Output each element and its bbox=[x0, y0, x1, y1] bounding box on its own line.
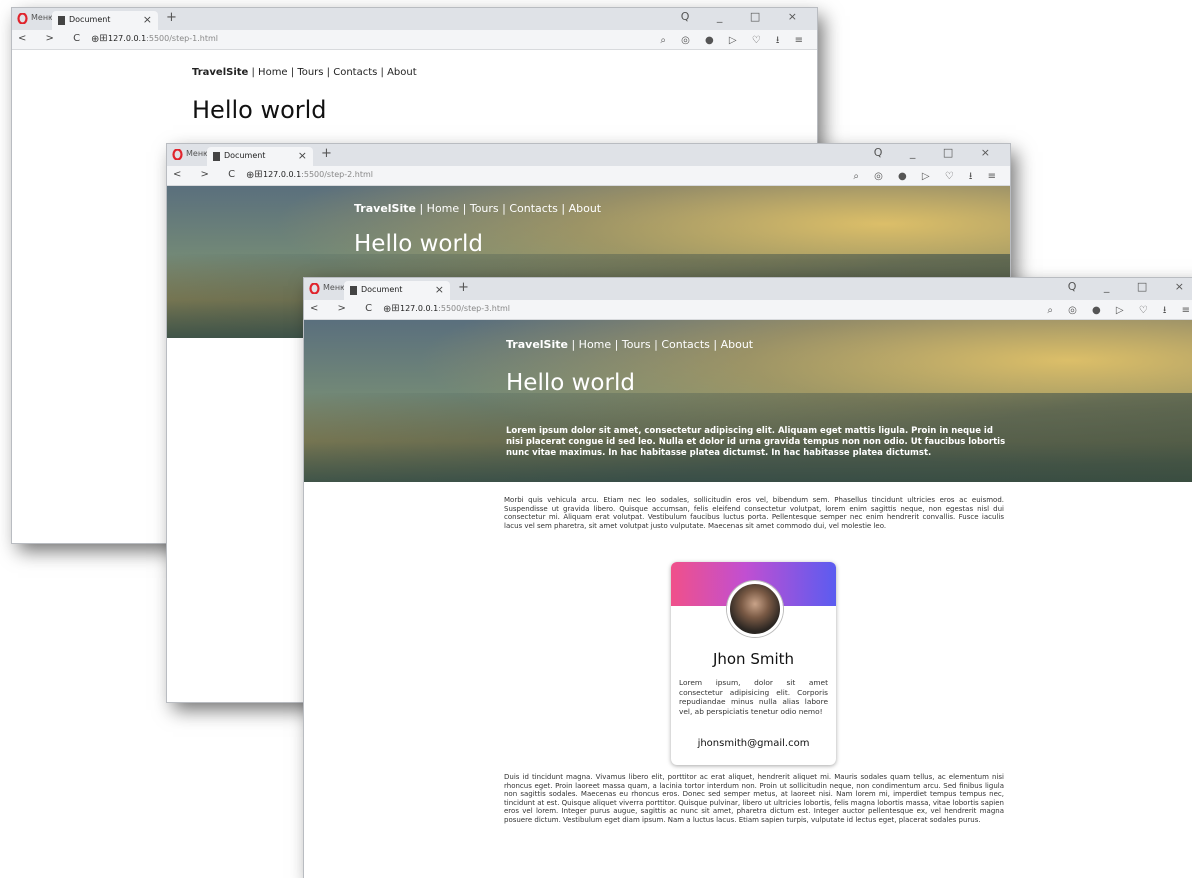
tab-bar: Меню Document × + Q _ □ × bbox=[167, 144, 1010, 166]
toolbar-icons[interactable]: ⌕ ◎ ● ▷ ♡ ⭳ ≡ bbox=[1047, 303, 1192, 320]
nav-links[interactable]: | Home | Tours | Contacts | About bbox=[248, 67, 417, 78]
nav-links[interactable]: | Home | Tours | Contacts | About bbox=[568, 338, 753, 351]
tab-bar: Меню Document × + Q _ □ × bbox=[304, 278, 1192, 300]
address-bar: < > C ⊞ ⊕ 127.0.0.1:5500/step-1.html ⌕ ◎… bbox=[12, 30, 817, 50]
document-icon bbox=[58, 16, 65, 25]
window-controls[interactable]: Q _ □ × bbox=[681, 10, 809, 23]
tab-document[interactable]: Document × bbox=[344, 281, 450, 300]
brand-link[interactable]: TravelSite bbox=[354, 202, 416, 215]
nav-buttons[interactable]: < > C ⊞ bbox=[18, 33, 116, 44]
globe-icon: ⊕ bbox=[383, 304, 392, 315]
toolbar-icons[interactable]: ⌕ ◎ ● ▷ ♡ ⭳ ≡ bbox=[660, 33, 809, 50]
close-tab-icon[interactable]: × bbox=[298, 149, 307, 162]
nav-buttons[interactable]: < > C ⊞ bbox=[173, 169, 271, 180]
page-heading: Hello world bbox=[506, 370, 635, 396]
tab-title: Document bbox=[69, 15, 111, 24]
browser-window-step-3: Меню Document × + Q _ □ × < > C ⊞ ⊕ 127.… bbox=[304, 278, 1192, 878]
globe-icon: ⊕ bbox=[246, 170, 255, 181]
address-bar: < > C ⊞ ⊕ 127.0.0.1:5500/step-2.html ⌕ ◎… bbox=[167, 166, 1010, 186]
brand-link[interactable]: TravelSite bbox=[192, 67, 248, 78]
opera-logo-icon[interactable] bbox=[172, 149, 183, 160]
opera-logo-icon[interactable] bbox=[309, 283, 320, 294]
paragraph-1: Morbi quis vehicula arcu. Etiam nec leo … bbox=[504, 496, 1004, 530]
card-bio: Lorem ipsum, dolor sit amet consectetur … bbox=[679, 678, 828, 716]
new-tab-button[interactable]: + bbox=[458, 280, 469, 295]
hero-banner: TravelSite | Home | Tours | Contacts | A… bbox=[304, 320, 1192, 482]
card-email[interactable]: jhonsmith@gmail.com bbox=[671, 738, 836, 749]
tab-bar: Меню Document × + Q _ □ × bbox=[12, 8, 817, 30]
site-nav: TravelSite | Home | Tours | Contacts | A… bbox=[192, 67, 417, 78]
opera-logo-icon[interactable] bbox=[17, 13, 28, 24]
globe-icon: ⊕ bbox=[91, 34, 100, 45]
tab-document[interactable]: Document × bbox=[207, 147, 313, 166]
new-tab-button[interactable]: + bbox=[166, 10, 177, 25]
avatar bbox=[727, 581, 783, 637]
brand-link[interactable]: TravelSite bbox=[506, 338, 568, 351]
nav-buttons[interactable]: < > C ⊞ bbox=[310, 303, 408, 314]
toolbar-icons[interactable]: ⌕ ◎ ● ▷ ♡ ⭳ ≡ bbox=[853, 169, 1002, 186]
tab-title: Document bbox=[224, 151, 266, 160]
site-nav: TravelSite | Home | Tours | Contacts | A… bbox=[354, 202, 601, 215]
window-controls[interactable]: Q _ □ × bbox=[1068, 280, 1192, 293]
document-icon bbox=[213, 152, 220, 161]
new-tab-button[interactable]: + bbox=[321, 146, 332, 161]
close-tab-icon[interactable]: × bbox=[143, 13, 152, 26]
tab-title: Document bbox=[361, 285, 403, 294]
document-icon bbox=[350, 286, 357, 295]
url-field[interactable]: 127.0.0.1:5500/step-3.html bbox=[400, 304, 510, 313]
url-field[interactable]: 127.0.0.1:5500/step-2.html bbox=[263, 170, 373, 179]
tab-document[interactable]: Document × bbox=[52, 11, 158, 30]
page-heading: Hello world bbox=[192, 96, 327, 124]
page-heading: Hello world bbox=[354, 231, 483, 257]
paragraph-2: Duis id tincidunt magna. Vivamus libero … bbox=[504, 773, 1004, 824]
hero-text: Lorem ipsum dolor sit amet, consectetur … bbox=[506, 426, 1006, 458]
profile-card: Jhon Smith Lorem ipsum, dolor sit amet c… bbox=[671, 562, 836, 765]
close-tab-icon[interactable]: × bbox=[435, 283, 444, 296]
window-controls[interactable]: Q _ □ × bbox=[874, 146, 1002, 159]
nav-links[interactable]: | Home | Tours | Contacts | About bbox=[416, 202, 601, 215]
site-nav: TravelSite | Home | Tours | Contacts | A… bbox=[506, 338, 753, 351]
card-name: Jhon Smith bbox=[712, 650, 795, 668]
address-bar: < > C ⊞ ⊕ 127.0.0.1:5500/step-3.html ⌕ ◎… bbox=[304, 300, 1192, 320]
url-field[interactable]: 127.0.0.1:5500/step-1.html bbox=[108, 34, 218, 43]
